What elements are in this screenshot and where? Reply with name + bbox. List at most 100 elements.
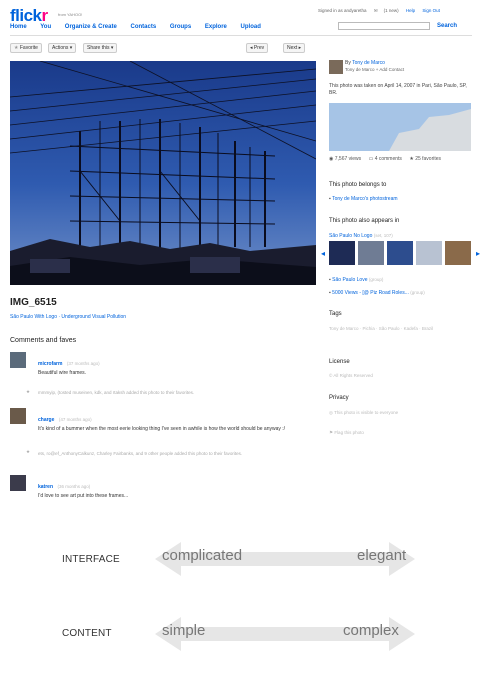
star-icon: ★ — [409, 156, 414, 162]
privacy-row: ◎ This photo is visible to everyone — [329, 410, 398, 416]
fave-note: ets, ro@ef_AnthonyCalkunz, Charley Fairb… — [38, 451, 243, 456]
comments-heading: Comments and faves — [10, 337, 77, 344]
set-thumbnail[interactable] — [387, 241, 413, 265]
tag[interactable]: Brazil — [422, 326, 433, 331]
nav-upload[interactable]: Upload — [241, 24, 261, 30]
privacy-text: This photo is visible to everyone — [334, 410, 399, 415]
comment-author[interactable]: katren — [38, 484, 53, 490]
photostream-link[interactable]: Tony de Marco's photostream — [332, 196, 397, 202]
nav-explore[interactable]: Explore — [205, 24, 227, 30]
star-icon: ★ — [26, 389, 31, 394]
comment-author[interactable]: microfarm — [38, 361, 62, 367]
owner-avatar[interactable] — [329, 60, 343, 74]
fave-note: mmmyip, (tosted museinen, kdk, and rtaks… — [38, 390, 195, 395]
avatar[interactable] — [10, 475, 26, 491]
taken-info: This photo was taken on April 14, 2007 i… — [329, 83, 467, 96]
set-thumbnail[interactable] — [445, 241, 471, 265]
license-text[interactable]: All Rights Reserved — [333, 373, 373, 378]
globe-icon: ◎ — [329, 410, 333, 415]
set-thumbnail[interactable] — [416, 241, 442, 265]
comment-author[interactable]: charge — [38, 417, 54, 423]
group-link[interactable]: 5000 Views - [@ Piz Road Roles... — [332, 290, 409, 296]
comment-text: I'd love to see art put into these frame… — [38, 493, 129, 499]
chevron-down-icon: ▾ — [69, 45, 73, 51]
photo-title: IMG_6515 — [10, 297, 57, 308]
photo-sets-links[interactable]: São Paulo With Logo · Underground Visual… — [10, 314, 126, 320]
content-left-word: simple — [162, 622, 206, 639]
privacy-heading: Privacy — [329, 395, 349, 401]
set-title-row: São Paulo No Logo (set, 107) — [329, 233, 393, 239]
yahoo-byline: from YAHOO! — [58, 12, 83, 17]
comment: charge (47 months ago) It's kind of a bu… — [38, 408, 308, 433]
thumb-icon: ▪ — [329, 277, 331, 283]
nav-groups[interactable]: Groups — [170, 24, 191, 30]
copyright-icon: © — [329, 373, 333, 378]
tag[interactable]: São Paulo — [379, 326, 400, 331]
belongs-heading: This photo belongs to — [329, 182, 387, 188]
comment-text: It's kind of a bummer when the most eeri… — [38, 426, 286, 432]
favorite-button[interactable]: ★ Favorite — [10, 43, 42, 53]
add-contact-link[interactable]: + Add Contact — [376, 67, 404, 72]
mail-icon[interactable]: ✉ — [374, 8, 378, 13]
share-menu[interactable]: Share this ▾ — [83, 43, 118, 53]
set-link[interactable]: São Paulo No Logo — [329, 233, 372, 239]
content-label: CONTENT — [62, 628, 112, 639]
thumb-icon: ▪ — [329, 196, 331, 202]
comment: katren (36 months ago) I'd love to see a… — [38, 475, 308, 500]
signout-link[interactable]: Sign Out — [422, 8, 440, 13]
avatar[interactable] — [10, 408, 26, 424]
star-icon: ★ — [14, 45, 19, 51]
group-row: ▪ São Paulo Love (group) — [329, 277, 384, 283]
appears-heading: This photo also appears in — [329, 218, 400, 224]
eye-icon: ◉ — [329, 156, 334, 162]
comment-time: (47 months ago) — [58, 417, 92, 422]
owner-link[interactable]: Tony de Marco — [352, 60, 385, 66]
tag[interactable]: Kadefa — [404, 326, 418, 331]
interface-left-word: complicated — [162, 547, 243, 564]
tags-heading: Tags — [329, 311, 342, 317]
arrow-right-icon[interactable]: ▸ — [476, 249, 480, 258]
owner-subline: Tony de Marco + Add Contact — [345, 67, 405, 72]
nav-organize[interactable]: Organize & Create — [65, 24, 117, 30]
arrow-left-icon: ◂ — [250, 45, 253, 51]
arrow-left-icon[interactable]: ◂ — [321, 249, 325, 258]
comment: microfarm (37 months ago) Beautiful wire… — [38, 352, 308, 377]
tag-list: Tony de Marco · Pichia · São Paulo · Kad… — [329, 326, 434, 331]
search-button[interactable]: Search — [437, 23, 457, 29]
comment-text: Beautiful wire frames. — [38, 370, 87, 376]
star-icon: ★ — [26, 449, 31, 454]
prev-button[interactable]: ◂ Prev — [246, 43, 269, 53]
license-row: © All Rights Reserved — [329, 373, 373, 378]
next-button[interactable]: Next ▸ — [283, 43, 306, 53]
nav-contacts[interactable]: Contacts — [131, 24, 157, 30]
tag[interactable]: Pichia — [363, 326, 375, 331]
signed-in-text[interactable]: Signed in as andyaretha — [318, 8, 367, 13]
chevron-down-icon: ▾ — [110, 45, 114, 51]
flag-row: ⚑ Flag this photo — [329, 430, 364, 436]
set-thumbnail[interactable] — [329, 241, 355, 265]
content-right-word: complex — [343, 622, 399, 639]
thumb-icon: ▪ — [329, 290, 331, 296]
interface-right-word: elegant — [357, 547, 407, 564]
location-map[interactable] — [329, 103, 471, 151]
account-bar: Signed in as andyaretha ✉ (1 new) Help Si… — [318, 8, 446, 14]
help-link[interactable]: Help — [406, 8, 415, 13]
photostream-row: ▪ Tony de Marco's photostream — [329, 196, 398, 203]
flickr-logo[interactable]: flickr — [10, 6, 48, 26]
set-thumbnail[interactable] — [358, 241, 384, 265]
main-photo[interactable] — [10, 61, 316, 285]
flag-link[interactable]: Flag this photo — [334, 430, 364, 435]
license-heading: License — [329, 359, 350, 365]
photo-stats: ◉ 7,567 views ▭ 4 comments ★ 25 favorite… — [329, 156, 442, 162]
actions-menu[interactable]: Actions ▾ — [48, 43, 77, 53]
group-link[interactable]: São Paulo Love — [332, 277, 367, 283]
mail-count[interactable]: (1 new) — [384, 8, 399, 13]
comment-time: (37 months ago) — [66, 361, 100, 366]
tag[interactable]: Tony de Marco — [329, 326, 359, 331]
avatar[interactable] — [10, 352, 26, 368]
search-input[interactable] — [338, 22, 430, 30]
nav-home[interactable]: Home — [10, 24, 27, 30]
group-row: ▪ 5000 Views - [@ Piz Road Roles... (gro… — [329, 290, 425, 296]
nav-you[interactable]: You — [40, 24, 51, 30]
comment-icon: ▭ — [368, 156, 374, 162]
